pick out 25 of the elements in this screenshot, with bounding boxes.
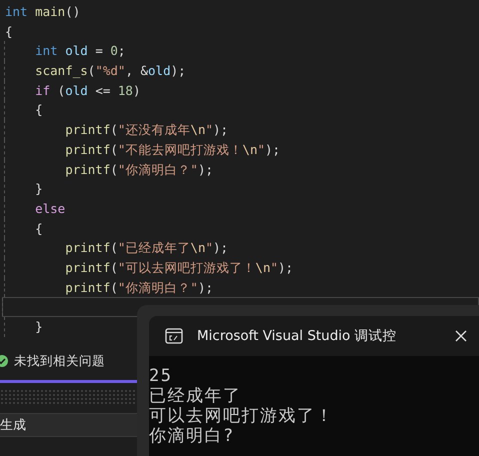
console-title: Microsoft Visual Studio 调试控 xyxy=(197,327,398,345)
code-line: int main() xyxy=(5,3,82,21)
console-tab[interactable]: Microsoft Visual Studio 调试控 xyxy=(149,316,479,356)
code-line: { xyxy=(5,100,479,120)
console-output-line: 已经成年了 xyxy=(149,386,242,406)
console-output-line: 可以去网吧打游戏了！ xyxy=(149,406,335,426)
console-output-line: 25 xyxy=(149,366,174,386)
code-line: int old = 0; xyxy=(5,41,479,62)
terminal-icon xyxy=(165,328,183,344)
console-output-line: 你滴明白? xyxy=(149,426,236,446)
code-line: printf("可以去网吧打游戏了！\n"); xyxy=(5,258,479,278)
code-line: else xyxy=(5,198,479,219)
code-line: printf("你滴明白？"); xyxy=(5,160,479,180)
panel-title: 生成 xyxy=(0,417,26,434)
code-line: printf("已经成年了\n"); xyxy=(5,238,479,258)
code-line: } xyxy=(5,179,479,199)
code-line: { xyxy=(5,22,14,41)
code-line: printf("不能去网吧打游戏！\n"); xyxy=(5,140,479,160)
code-line: printf("还没有成年\n"); xyxy=(5,120,479,140)
code-line: if (old <= 18) xyxy=(5,80,479,100)
code-line: scanf_s("%d", &old); xyxy=(5,61,479,81)
code-line: { xyxy=(5,218,479,238)
code-line: printf("你滴明白？"); xyxy=(5,278,479,298)
status-text: 未找到相关问题 xyxy=(14,352,105,370)
close-icon[interactable] xyxy=(455,330,467,342)
